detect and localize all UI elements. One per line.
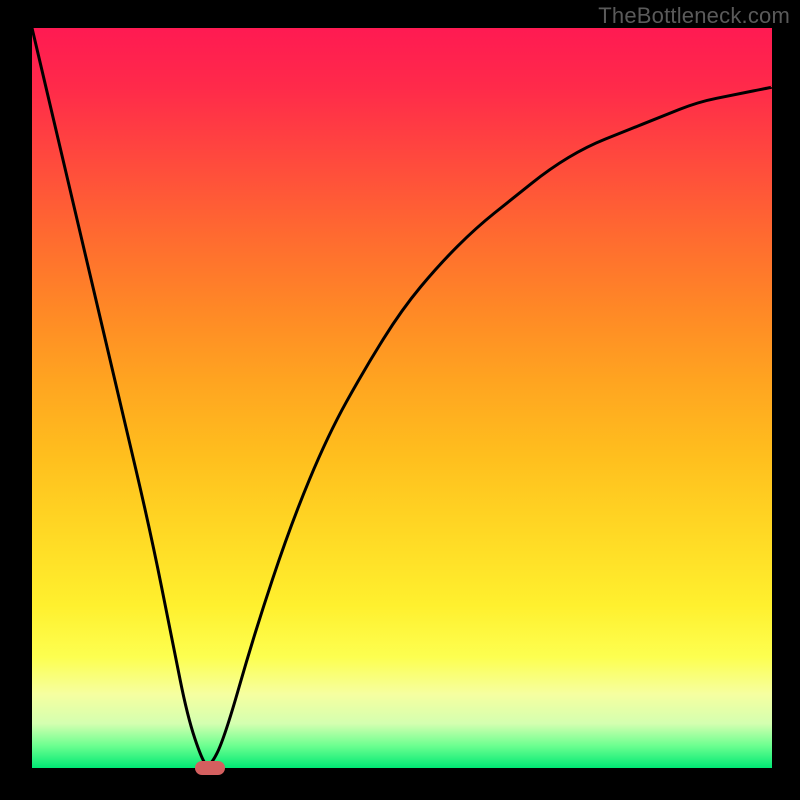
plot-area	[32, 28, 772, 768]
chart-frame: TheBottleneck.com	[0, 0, 800, 800]
curve-svg	[32, 28, 772, 768]
watermark-label: TheBottleneck.com	[598, 3, 790, 29]
min-marker	[195, 761, 225, 775]
bottleneck-curve	[32, 28, 772, 765]
